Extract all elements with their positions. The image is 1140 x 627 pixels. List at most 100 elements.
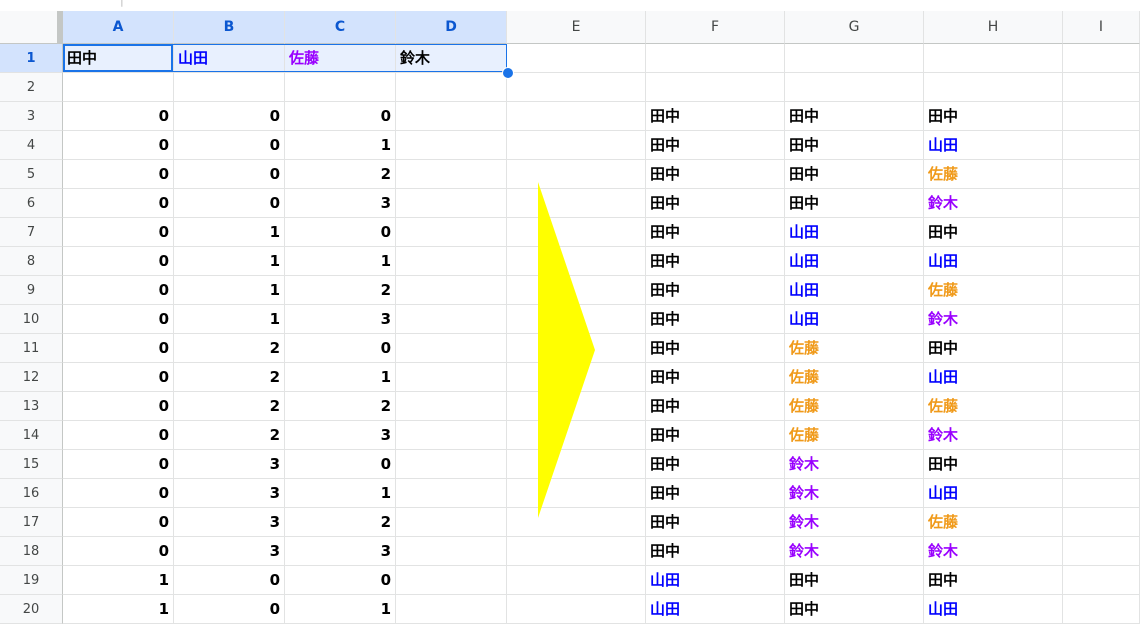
cell-g11[interactable]: 佐藤: [785, 334, 924, 363]
cell-c4[interactable]: 1: [285, 131, 396, 160]
cell-h11[interactable]: 田中: [924, 334, 1063, 363]
cell-b18[interactable]: 3: [174, 537, 285, 566]
cell-g5[interactable]: 田中: [785, 160, 924, 189]
cell-c18[interactable]: 3: [285, 537, 396, 566]
cell-g8[interactable]: 山田: [785, 247, 924, 276]
cell-c17[interactable]: 2: [285, 508, 396, 537]
column-header-e[interactable]: E: [507, 11, 646, 44]
row-header-5[interactable]: 5: [0, 160, 63, 189]
cell-i8[interactable]: [1063, 247, 1140, 276]
cell-f11[interactable]: 田中: [646, 334, 785, 363]
cell-f5[interactable]: 田中: [646, 160, 785, 189]
cell-e18[interactable]: [507, 537, 646, 566]
cell-c13[interactable]: 2: [285, 392, 396, 421]
cell-c20[interactable]: 1: [285, 595, 396, 624]
cell-c15[interactable]: 0: [285, 450, 396, 479]
cell-g6[interactable]: 田中: [785, 189, 924, 218]
cell-a19[interactable]: 1: [63, 566, 174, 595]
cell-b14[interactable]: 2: [174, 421, 285, 450]
cell-h15[interactable]: 田中: [924, 450, 1063, 479]
cell-g18[interactable]: 鈴木: [785, 537, 924, 566]
row-header-20[interactable]: 20: [0, 595, 63, 624]
cell-b2[interactable]: [174, 73, 285, 102]
cell-i9[interactable]: [1063, 276, 1140, 305]
cell-d9[interactable]: [396, 276, 507, 305]
cell-f17[interactable]: 田中: [646, 508, 785, 537]
row-header-6[interactable]: 6: [0, 189, 63, 218]
cell-g19[interactable]: 田中: [785, 566, 924, 595]
row-header-15[interactable]: 15: [0, 450, 63, 479]
row-header-9[interactable]: 9: [0, 276, 63, 305]
cell-h20[interactable]: 山田: [924, 595, 1063, 624]
cell-e2[interactable]: [507, 73, 646, 102]
cell-b5[interactable]: 0: [174, 160, 285, 189]
cell-f12[interactable]: 田中: [646, 363, 785, 392]
cell-g7[interactable]: 山田: [785, 218, 924, 247]
cell-c9[interactable]: 2: [285, 276, 396, 305]
cell-d4[interactable]: [396, 131, 507, 160]
cell-i3[interactable]: [1063, 102, 1140, 131]
cell-c2[interactable]: [285, 73, 396, 102]
cell-i2[interactable]: [1063, 73, 1140, 102]
cell-f13[interactable]: 田中: [646, 392, 785, 421]
cell-c3[interactable]: 0: [285, 102, 396, 131]
cell-i20[interactable]: [1063, 595, 1140, 624]
cell-a16[interactable]: 0: [63, 479, 174, 508]
cell-e1[interactable]: [507, 44, 646, 73]
cell-i6[interactable]: [1063, 189, 1140, 218]
cell-a4[interactable]: 0: [63, 131, 174, 160]
cell-c8[interactable]: 1: [285, 247, 396, 276]
cell-i10[interactable]: [1063, 305, 1140, 334]
cell-g15[interactable]: 鈴木: [785, 450, 924, 479]
cell-b17[interactable]: 3: [174, 508, 285, 537]
cell-b7[interactable]: 1: [174, 218, 285, 247]
cell-d1[interactable]: 鈴木: [396, 44, 507, 73]
row-header-7[interactable]: 7: [0, 218, 63, 247]
row-header-14[interactable]: 14: [0, 421, 63, 450]
cell-e20[interactable]: [507, 595, 646, 624]
cell-c10[interactable]: 3: [285, 305, 396, 334]
column-header-i[interactable]: I: [1063, 11, 1140, 44]
select-all-corner[interactable]: [0, 11, 63, 44]
arrow-polygon[interactable]: [538, 182, 595, 518]
fill-handle[interactable]: [502, 67, 514, 79]
cell-i18[interactable]: [1063, 537, 1140, 566]
cell-b9[interactable]: 1: [174, 276, 285, 305]
cell-c19[interactable]: 0: [285, 566, 396, 595]
cell-f10[interactable]: 田中: [646, 305, 785, 334]
cell-h5[interactable]: 佐藤: [924, 160, 1063, 189]
cell-h3[interactable]: 田中: [924, 102, 1063, 131]
cell-b20[interactable]: 0: [174, 595, 285, 624]
cell-a7[interactable]: 0: [63, 218, 174, 247]
cell-h4[interactable]: 山田: [924, 131, 1063, 160]
right-arrow-shape[interactable]: [536, 180, 598, 520]
cell-c16[interactable]: 1: [285, 479, 396, 508]
cell-b8[interactable]: 1: [174, 247, 285, 276]
cell-a17[interactable]: 0: [63, 508, 174, 537]
cell-d15[interactable]: [396, 450, 507, 479]
row-header-8[interactable]: 8: [0, 247, 63, 276]
column-header-h[interactable]: H: [924, 11, 1063, 44]
cell-i5[interactable]: [1063, 160, 1140, 189]
cell-g3[interactable]: 田中: [785, 102, 924, 131]
cell-a8[interactable]: 0: [63, 247, 174, 276]
cell-h8[interactable]: 山田: [924, 247, 1063, 276]
cell-a3[interactable]: 0: [63, 102, 174, 131]
cell-d8[interactable]: [396, 247, 507, 276]
cell-i12[interactable]: [1063, 363, 1140, 392]
cell-c1[interactable]: 佐藤: [285, 44, 396, 73]
cell-g17[interactable]: 鈴木: [785, 508, 924, 537]
cell-f9[interactable]: 田中: [646, 276, 785, 305]
row-header-12[interactable]: 12: [0, 363, 63, 392]
cell-b19[interactable]: 0: [174, 566, 285, 595]
row-header-4[interactable]: 4: [0, 131, 63, 160]
cell-d5[interactable]: [396, 160, 507, 189]
cell-h17[interactable]: 佐藤: [924, 508, 1063, 537]
cell-d7[interactable]: [396, 218, 507, 247]
cell-h14[interactable]: 鈴木: [924, 421, 1063, 450]
cell-d14[interactable]: [396, 421, 507, 450]
cell-b4[interactable]: 0: [174, 131, 285, 160]
cell-h10[interactable]: 鈴木: [924, 305, 1063, 334]
cell-h6[interactable]: 鈴木: [924, 189, 1063, 218]
row-header-13[interactable]: 13: [0, 392, 63, 421]
